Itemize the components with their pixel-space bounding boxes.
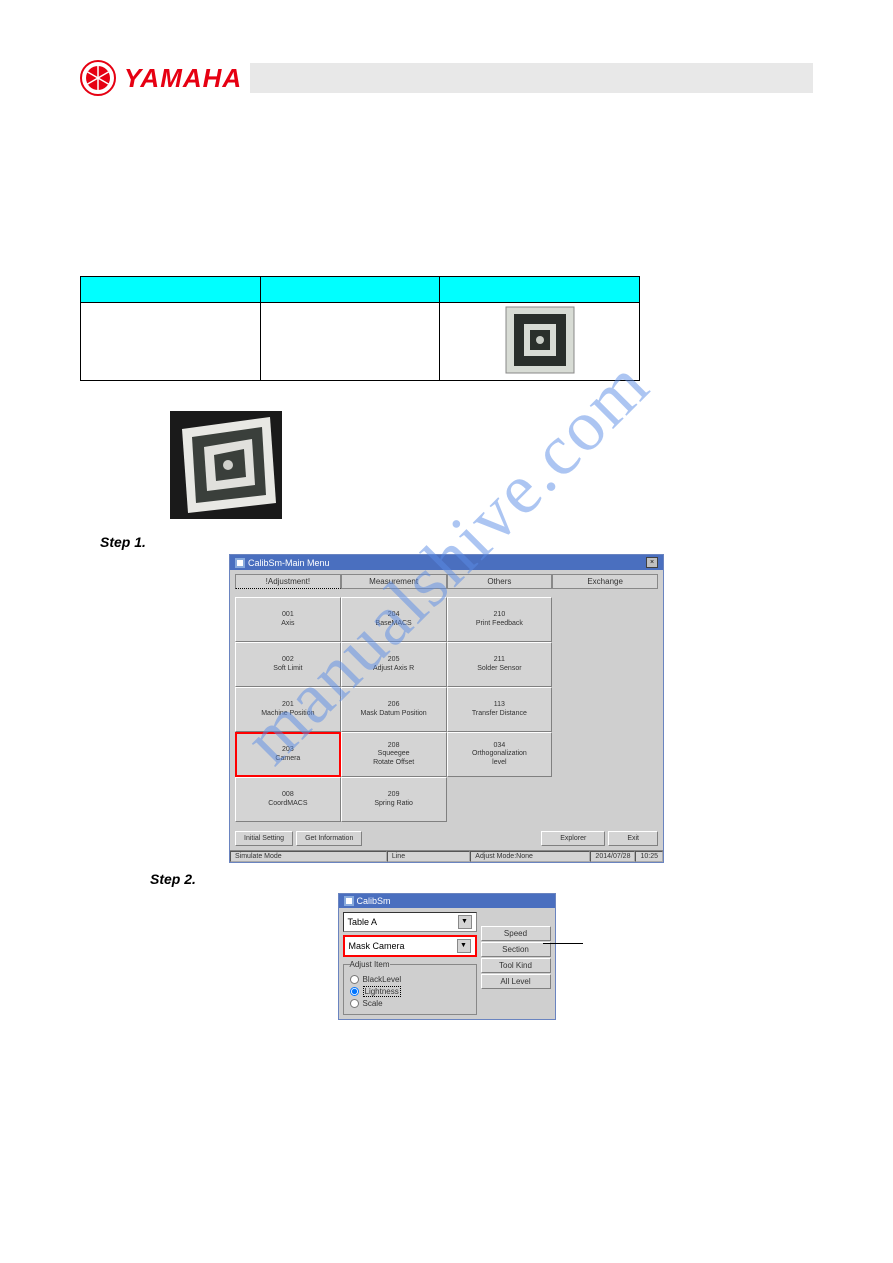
table-header (81, 277, 261, 303)
table-cell (440, 303, 640, 381)
close-icon[interactable]: × (646, 557, 658, 568)
coordmacs-button[interactable]: 008CoordMACS (235, 777, 341, 822)
table-select[interactable]: Table A ▼ (343, 912, 477, 932)
tool-table (80, 276, 640, 381)
basemacs-button[interactable]: 204BaseMACS (341, 597, 447, 642)
camera-button[interactable]: 203Camera (235, 732, 341, 777)
orthogonalization-level-button[interactable]: 034Orthogonalization level (447, 732, 553, 777)
tab-others[interactable]: Others (447, 574, 553, 589)
solder-sensor-button[interactable]: 211Solder Sensor (447, 642, 553, 687)
table-cell (81, 303, 261, 381)
step-1-label: Step 1. (100, 534, 813, 550)
radio-lightness[interactable]: Lightness (350, 986, 470, 997)
axis-button[interactable]: 001Axis (235, 597, 341, 642)
exit-button[interactable]: Exit (608, 831, 658, 846)
window-titlebar: CalibSm (339, 894, 555, 908)
brand-logo: YAMAHA (80, 60, 242, 96)
machine-position-button[interactable]: 201Machine Position (235, 687, 341, 732)
button-grid: 001Axis204BaseMACS210Print Feedback 002So… (230, 589, 663, 827)
calibsm-main-window: CalibSm-Main Menu × !Adjustment! Measure… (229, 554, 664, 863)
calibsm-sub-window: CalibSm Table A ▼ Mask Camera ▼ Adjust I… (338, 893, 556, 1020)
adjust-item-fieldset: Adjust Item BlackLevel Lightness Scale (343, 960, 477, 1015)
window-titlebar: CalibSm-Main Menu × (230, 555, 663, 570)
initial-setting-button[interactable]: Initial Setting (235, 831, 293, 846)
step-2-label: Step 2. (150, 871, 813, 887)
tab-measurement[interactable]: Measurement (341, 574, 447, 589)
table-cell (260, 303, 440, 381)
table-header (260, 277, 440, 303)
fieldset-legend: Adjust Item (350, 960, 390, 969)
soft-limit-button[interactable]: 002Soft Limit (235, 642, 341, 687)
status-mode: Simulate Mode (230, 851, 387, 862)
alllevel-button[interactable]: All Level (481, 974, 551, 989)
status-line: Line (387, 851, 470, 862)
camera-select[interactable]: Mask Camera ▼ (343, 935, 477, 957)
chevron-down-icon[interactable]: ▼ (458, 915, 472, 929)
spring-ratio-button[interactable]: 209Spring Ratio (341, 777, 447, 822)
status-adjust: Adjust Mode:None (470, 851, 590, 862)
bottom-bar: Initial Setting Get Information Explorer… (230, 827, 663, 850)
transfer-distance-button[interactable]: 113Transfer Distance (447, 687, 553, 732)
table-header (440, 277, 640, 303)
radio-scale[interactable]: Scale (350, 999, 470, 1008)
tab-adjustment[interactable]: !Adjustment! (235, 574, 341, 589)
squeegee-rotate-offset-button[interactable]: 208Squeegee Rotate Offset (341, 732, 447, 777)
chevron-down-icon[interactable]: ▼ (457, 939, 471, 953)
calibration-jig-icon (504, 305, 576, 375)
brand-text: YAMAHA (124, 63, 242, 94)
page-header: YAMAHA (80, 60, 813, 96)
table-select-value: Table A (348, 917, 378, 927)
tab-bar: !Adjustment! Measurement Others Exchange (230, 570, 663, 589)
section-button[interactable]: Section (481, 942, 551, 957)
radio-blacklevel[interactable]: BlackLevel (350, 975, 470, 984)
callout-line (543, 943, 583, 944)
window-title: CalibSm (357, 896, 391, 906)
jig-photo (170, 411, 813, 524)
speed-button[interactable]: Speed (481, 926, 551, 941)
window-title: CalibSm-Main Menu (248, 558, 330, 568)
explorer-button[interactable]: Explorer (541, 831, 605, 846)
status-time: 10:25 (635, 851, 663, 862)
camera-select-value: Mask Camera (349, 941, 405, 951)
header-bar (250, 63, 813, 93)
calibration-jig-large-icon (170, 411, 282, 519)
mask-datum-position-button[interactable]: 206Mask Datum Position (341, 687, 447, 732)
toolkind-button[interactable]: Tool Kind (481, 958, 551, 973)
yamaha-logo-icon (80, 60, 116, 96)
app-icon (235, 558, 245, 568)
adjust-axis-r-button[interactable]: 205Adjust Axis R (341, 642, 447, 687)
app-icon (344, 896, 354, 906)
status-bar: Simulate Mode Line Adjust Mode:None 2014… (230, 850, 663, 862)
get-information-button[interactable]: Get Information (296, 831, 362, 846)
status-date: 2014/07/28 (590, 851, 635, 862)
tab-exchange[interactable]: Exchange (552, 574, 658, 589)
print-feedback-button[interactable]: 210Print Feedback (447, 597, 553, 642)
